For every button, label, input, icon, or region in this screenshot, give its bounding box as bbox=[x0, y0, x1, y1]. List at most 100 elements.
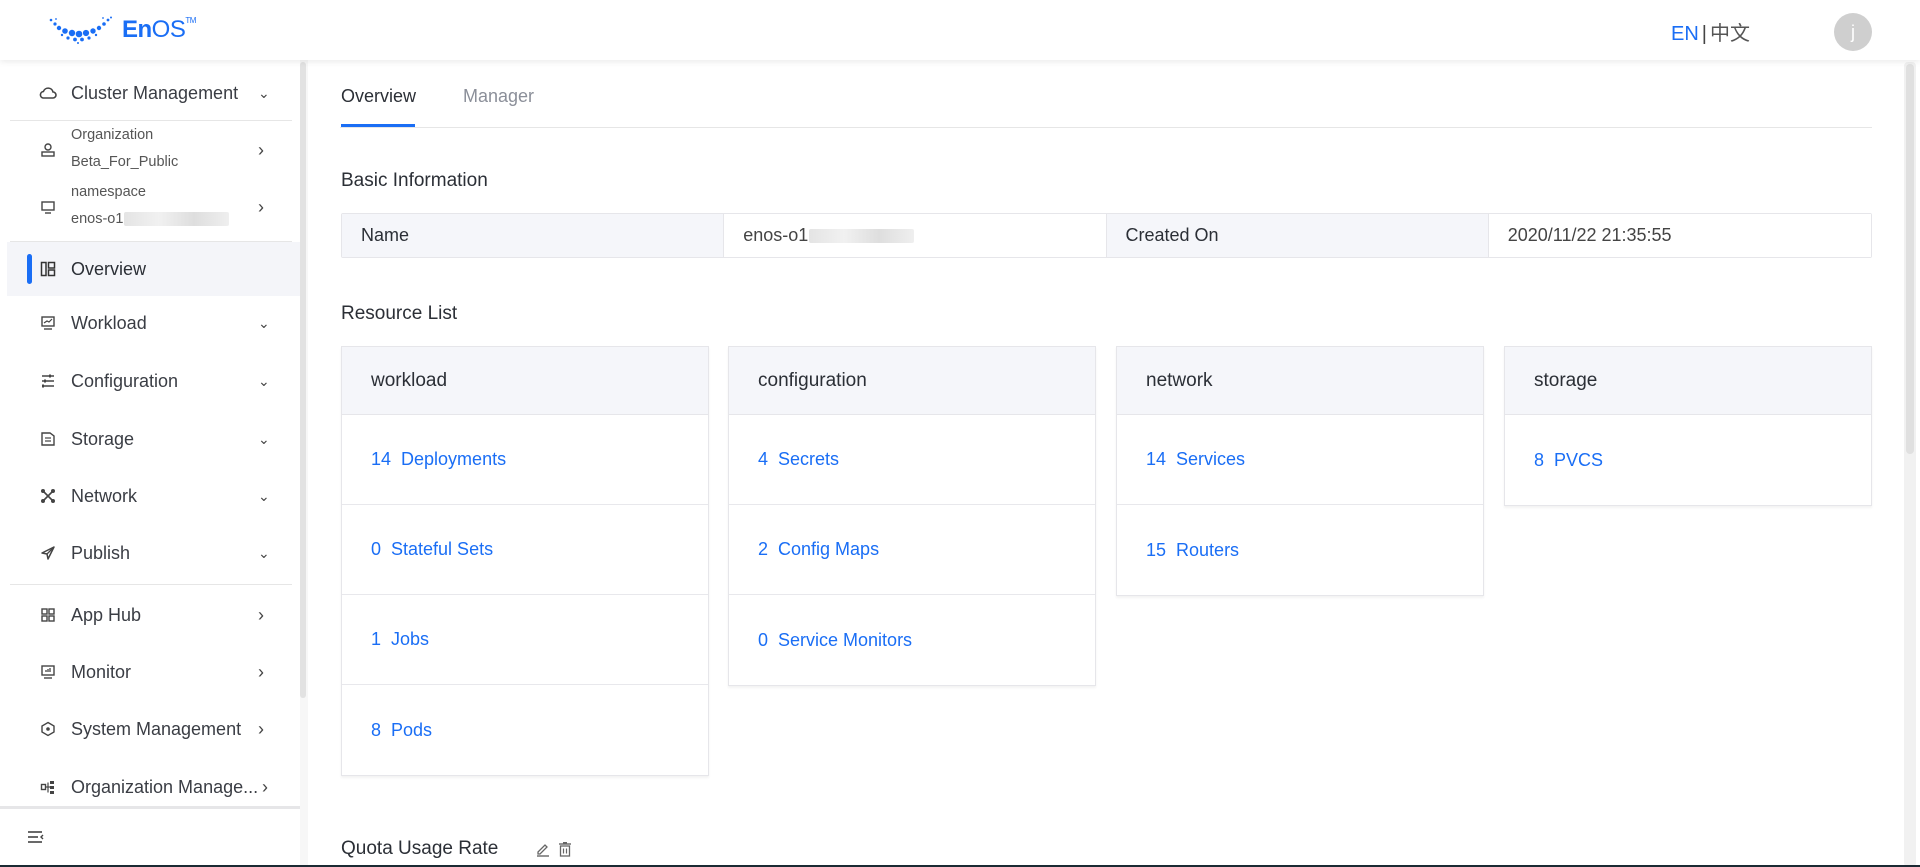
chevron-down-icon: ⌄ bbox=[258, 487, 270, 504]
storage-icon bbox=[38, 429, 58, 449]
resource-list-title: Resource List bbox=[341, 303, 458, 324]
sidebar-item-overview[interactable]: Overview bbox=[7, 242, 301, 296]
collapse-menu-icon[interactable] bbox=[27, 829, 45, 850]
main-scrollbar-thumb[interactable] bbox=[1906, 64, 1914, 454]
sidebar-item-publish[interactable]: Publish ⌄ bbox=[0, 528, 300, 578]
resource-card-storage: storage 8 PVCS bbox=[1504, 346, 1872, 506]
layout-icon bbox=[38, 259, 58, 279]
sidebar-item-label: Monitor bbox=[71, 661, 132, 682]
card-title: network bbox=[1117, 347, 1483, 415]
sidebar-item-cluster-management[interactable]: Cluster Management ⌄ bbox=[0, 68, 300, 118]
monitor-icon bbox=[38, 197, 58, 217]
card-title: configuration bbox=[729, 347, 1095, 415]
sidebar-divider bbox=[10, 584, 292, 585]
apps-icon bbox=[38, 605, 58, 625]
resource-link-pods[interactable]: 8 Pods bbox=[342, 685, 708, 775]
sidebar-item-label: Publish bbox=[71, 542, 131, 563]
logo-dots-icon bbox=[49, 16, 112, 44]
chevron-right-icon: › bbox=[262, 776, 268, 797]
sidebar-item-network[interactable]: Network ⌄ bbox=[0, 471, 300, 521]
cloud-icon bbox=[38, 83, 58, 103]
chevron-down-icon: ⌄ bbox=[258, 430, 270, 447]
chevron-right-icon: › bbox=[258, 139, 264, 160]
chevron-down-icon: ⌄ bbox=[258, 372, 270, 389]
lang-en-option[interactable]: EN bbox=[1671, 23, 1699, 45]
tab-overview[interactable]: Overview bbox=[341, 86, 416, 127]
resource-card-configuration: configuration 4 Secrets 2 Config Maps 0 Ser… bbox=[728, 346, 1096, 686]
sidebar-item-label: Configuration bbox=[71, 370, 179, 391]
resource-link-pvcs[interactable]: 8 PVCS bbox=[1505, 415, 1871, 505]
chart-screen-icon bbox=[38, 313, 58, 333]
namespace-title: namespace bbox=[71, 184, 146, 200]
user-avatar[interactable]: j bbox=[1834, 13, 1872, 51]
hexagon-icon bbox=[38, 719, 58, 739]
resource-card-network: network 14 Services 15 Routers bbox=[1116, 346, 1484, 596]
chevron-down-icon: ⌄ bbox=[258, 314, 270, 331]
created-on-value: 2020/11/22 21:35:55 bbox=[1488, 214, 1871, 257]
resource-card-workload: workload 14 Deployments 0 Stateful Sets 1J… bbox=[341, 346, 709, 776]
monitor-chart-icon bbox=[38, 662, 58, 682]
sidebar-item-storage[interactable]: Storage ⌄ bbox=[0, 414, 300, 464]
network-icon bbox=[38, 486, 58, 506]
quota-usage-rate-title: Quota Usage Rate bbox=[341, 838, 499, 859]
namespace-value: enos-o1 bbox=[71, 206, 230, 233]
tab-bar: Overview Manager bbox=[340, 86, 1872, 128]
basic-information-table: Name enos-o1 Created On 2020/11/22 21:35… bbox=[341, 213, 1872, 258]
logo-text: EnOSTM bbox=[122, 16, 196, 43]
resource-link-deployments[interactable]: 14 Deployments bbox=[342, 415, 708, 505]
org-tree-icon bbox=[38, 777, 58, 797]
resource-link-stateful-sets[interactable]: 0 Stateful Sets bbox=[342, 505, 708, 595]
sidebar-item-monitor[interactable]: Monitor › bbox=[0, 647, 300, 697]
resource-link-routers[interactable]: 15 Routers bbox=[1117, 505, 1483, 595]
chevron-right-icon: › bbox=[258, 661, 264, 682]
sidebar-scrollbar-thumb[interactable] bbox=[300, 62, 306, 698]
sidebar-item-label: Overview bbox=[71, 258, 147, 279]
delete-icon[interactable] bbox=[557, 841, 573, 862]
sidebar-divider bbox=[10, 120, 292, 121]
sidebar-item-label: App Hub bbox=[71, 604, 142, 625]
sidebar-item-system-management[interactable]: System Management › bbox=[0, 704, 300, 754]
name-value: enos-o1 bbox=[724, 214, 1107, 257]
sidebar-item-organization-management[interactable]: Organization Manage... › bbox=[0, 762, 300, 812]
sidebar-item-label: Network bbox=[71, 485, 138, 506]
sidebar: Cluster Management ⌄ Organization Beta_F… bbox=[0, 60, 301, 867]
sidebar-organization-selector[interactable]: Organization Beta_For_Public › bbox=[0, 122, 300, 178]
basic-information-title: Basic Information bbox=[341, 170, 488, 191]
lang-separator: | bbox=[1701, 23, 1707, 45]
card-title: storage bbox=[1505, 347, 1871, 415]
redacted-text bbox=[124, 212, 230, 227]
resource-link-secrets[interactable]: 4 Secrets bbox=[729, 415, 1095, 505]
sidebar-item-label: Storage bbox=[71, 428, 135, 449]
resource-link-jobs[interactable]: 1 Jobs bbox=[342, 595, 708, 685]
sidebar-namespace-selector[interactable]: namespace enos-o1 › bbox=[0, 179, 300, 235]
enos-logo[interactable]: EnOSTM bbox=[48, 16, 196, 44]
sidebar-item-label: Organization Manage... bbox=[71, 776, 259, 797]
resource-link-config-maps[interactable]: 2 Config Maps bbox=[729, 505, 1095, 595]
redacted-text bbox=[809, 228, 915, 243]
card-title: workload bbox=[342, 347, 708, 415]
send-icon bbox=[38, 543, 58, 563]
sidebar-item-app-hub[interactable]: App Hub › bbox=[0, 590, 300, 640]
sidebar-item-configuration[interactable]: Configuration ⌄ bbox=[0, 356, 300, 406]
sidebar-item-label: Workload bbox=[71, 312, 147, 333]
sliders-icon bbox=[38, 371, 58, 391]
chevron-down-icon: ⌄ bbox=[258, 84, 270, 101]
chevron-right-icon: › bbox=[258, 604, 264, 625]
lang-zh-option[interactable]: 中文 bbox=[1710, 23, 1750, 45]
name-label: Name bbox=[342, 214, 725, 257]
sidebar-item-label: Cluster Management bbox=[71, 82, 239, 103]
sidebar-item-label: System Management bbox=[71, 718, 242, 739]
tab-manager[interactable]: Manager bbox=[463, 86, 534, 107]
org-user-icon bbox=[38, 140, 58, 160]
created-on-label: Created On bbox=[1106, 214, 1489, 257]
resource-link-services[interactable]: 14 Services bbox=[1117, 415, 1483, 505]
organization-value: Beta_For_Public bbox=[71, 154, 179, 170]
resource-link-service-monitors[interactable]: 0 Service Monitors bbox=[729, 595, 1095, 685]
edit-icon[interactable] bbox=[535, 841, 551, 862]
top-header: EnOSTM EN | 中文 j bbox=[0, 0, 1920, 60]
sidebar-item-workload[interactable]: Workload ⌄ bbox=[0, 298, 300, 348]
sidebar-footer bbox=[0, 806, 300, 867]
chevron-right-icon: › bbox=[258, 196, 264, 217]
chevron-down-icon: ⌄ bbox=[258, 544, 270, 561]
chevron-right-icon: › bbox=[258, 718, 264, 739]
